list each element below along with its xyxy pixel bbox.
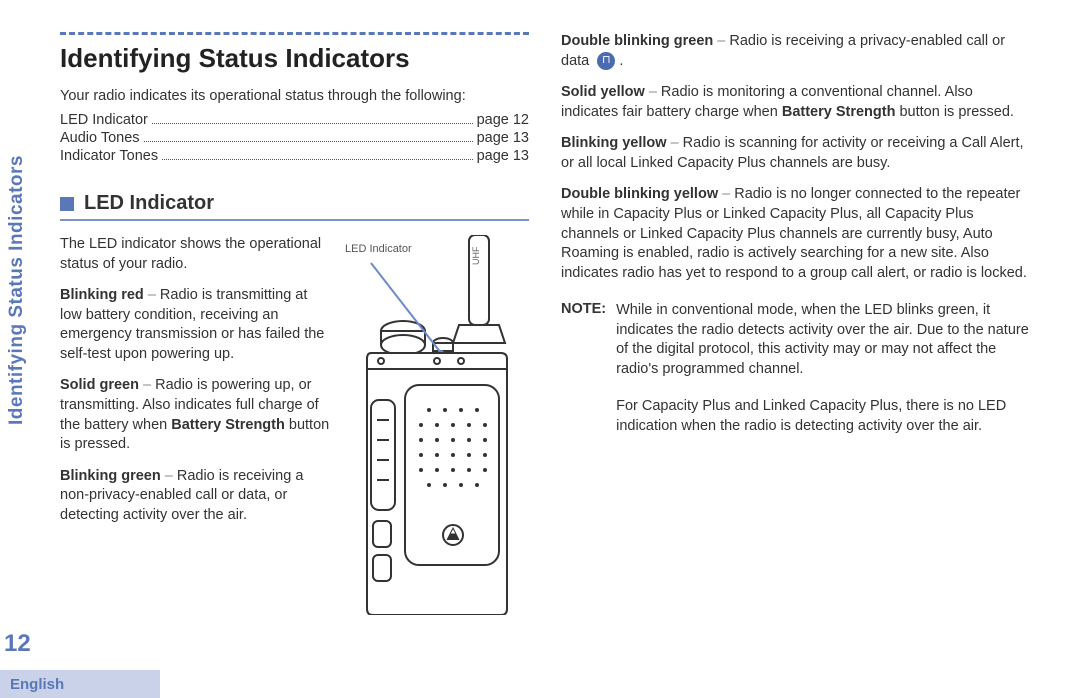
toc-page: page 12 — [477, 112, 529, 128]
led-state-blinking-green: Blinking green – Radio is receiving a no… — [60, 467, 331, 526]
toc-row: Indicator Tones page 13 — [60, 148, 529, 164]
radio-figure: LED Indicator UHF — [341, 235, 529, 620]
vertical-chapter-title: Identifying Status Indicators — [6, 155, 28, 425]
led-state-solid-green: Solid green – Radio is powering up, or t… — [60, 376, 331, 454]
page-number: 12 — [4, 630, 31, 658]
language-label: English — [10, 676, 64, 693]
section-rule — [60, 219, 529, 221]
toc-label: LED Indicator — [60, 112, 148, 128]
led-state-blinking-red: Blinking red – Radio is transmitting at … — [60, 286, 331, 364]
toc-row: LED Indicator page 12 — [60, 112, 529, 128]
toc-leader — [152, 123, 473, 124]
dash: – — [718, 186, 734, 202]
dash: – — [645, 84, 661, 100]
led-text-column: The LED indicator shows the operational … — [60, 235, 331, 620]
chapter-title: Identifying Status Indicators — [60, 43, 529, 74]
state-name: Blinking red — [60, 287, 144, 303]
toc-row: Audio Tones page 13 — [60, 130, 529, 146]
note-block: NOTE: While in conventional mode, when t… — [561, 301, 1030, 436]
section-header: LED Indicator — [60, 192, 529, 215]
led-state-blinking-yellow: Blinking yellow – Radio is scanning for … — [561, 134, 1030, 173]
state-name: Solid yellow — [561, 84, 645, 100]
state-name: Solid green — [60, 377, 139, 393]
dash: – — [144, 287, 160, 303]
state-bold: Battery Strength — [171, 417, 285, 433]
state-bold: Battery Strength — [782, 104, 896, 120]
toc-page: page 13 — [477, 148, 529, 164]
dash: – — [667, 135, 683, 151]
led-section-block: The LED indicator shows the operational … — [60, 235, 529, 620]
dash: – — [139, 377, 155, 393]
led-state-double-blinking-green: Double blinking green – Radio is receivi… — [561, 32, 1030, 71]
note-label: NOTE: — [561, 301, 606, 436]
dash: – — [713, 33, 729, 49]
toc-page: page 13 — [477, 130, 529, 146]
state-desc-post: button is pressed. — [895, 104, 1014, 120]
language-bar: English — [0, 670, 160, 698]
state-name: Blinking green — [60, 468, 161, 484]
dashed-divider — [60, 32, 529, 35]
note-body: While in conventional mode, when the LED… — [616, 301, 1030, 436]
right-column: Double blinking green – Radio is receivi… — [561, 32, 1030, 620]
state-name: Double blinking green — [561, 33, 713, 49]
left-column: Identifying Status Indicators Your radio… — [60, 32, 529, 620]
mini-toc: LED Indicator page 12 Audio Tones page 1… — [60, 112, 529, 164]
toc-label: Indicator Tones — [60, 148, 158, 164]
note-paragraph: For Capacity Plus and Linked Capacity Pl… — [616, 397, 1030, 436]
privacy-icon: ⊓ — [597, 52, 615, 70]
note-paragraph: While in conventional mode, when the LED… — [616, 301, 1030, 379]
led-state-solid-yellow: Solid yellow – Radio is monitoring a con… — [561, 83, 1030, 122]
toc-label: Audio Tones — [60, 130, 140, 146]
toc-leader — [144, 141, 473, 142]
section-title: LED Indicator — [84, 192, 214, 215]
section-intro: The LED indicator shows the operational … — [60, 235, 331, 274]
radio-illustration-icon: UHF — [341, 235, 529, 615]
figure-label: LED Indicator — [345, 243, 412, 255]
toc-leader — [162, 159, 473, 160]
section-marker-icon — [60, 197, 74, 211]
state-name: Blinking yellow — [561, 135, 667, 151]
left-margin: Identifying Status Indicators 12 — [0, 0, 42, 698]
state-name: Double blinking yellow — [561, 186, 718, 202]
page-content: Identifying Status Indicators Your radio… — [60, 32, 1030, 620]
led-state-double-blinking-yellow: Double blinking yellow – Radio is no lon… — [561, 185, 1030, 283]
chapter-intro: Your radio indicates its operational sta… — [60, 88, 529, 104]
dash: – — [161, 468, 177, 484]
svg-text:UHF: UHF — [471, 246, 481, 265]
